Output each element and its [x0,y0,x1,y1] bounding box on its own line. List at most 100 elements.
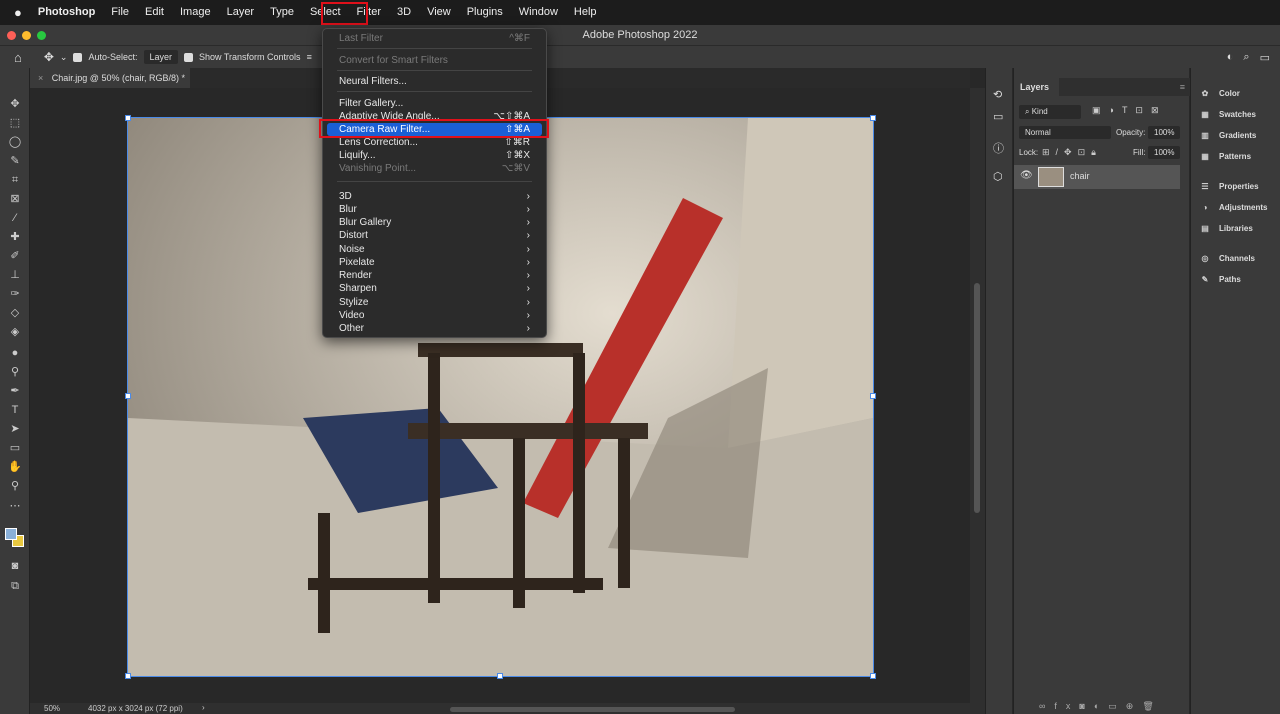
marquee-tool-icon[interactable]: ⬚ [8,117,22,129]
visibility-eye-icon[interactable]: 👁︎ [1020,170,1033,181]
show-transform-checkbox[interactable] [184,52,194,62]
transform-handle[interactable] [497,673,503,679]
menu-plugins[interactable]: Plugins [459,0,511,25]
menu-item-pixelate[interactable]: Pixelate › [327,256,542,269]
menu-item-3d[interactable]: 3D › [327,190,542,203]
transform-handle[interactable] [870,673,876,679]
layer-footer-buttons[interactable]: ∞fx◙◐▭⊕🗑︎ [1039,701,1163,712]
layer-filter-icons[interactable]: ▣◑T⊡⊠ [1092,105,1167,116]
panel-gradients[interactable]: ▥ Gradients [1199,131,1256,140]
panel-paths[interactable]: ✎ Paths [1199,275,1241,284]
close-tab-icon[interactable]: × [38,73,43,83]
align-icon[interactable]: ≡ [307,52,312,62]
transform-handle[interactable] [870,115,876,121]
blur-tool-icon[interactable]: ● [8,347,22,359]
layer-row[interactable]: 👁︎ chair [1014,165,1180,189]
blend-mode-dropdown[interactable]: Normal [1019,126,1111,139]
type-tool-icon[interactable]: T [8,404,22,416]
menu-item-neural-filters[interactable]: Neural Filters... [327,75,542,88]
status-expand-arrow[interactable]: › [202,703,205,712]
fill-field[interactable]: 100% [1148,146,1181,159]
menu-item-distort[interactable]: Distort › [327,229,542,242]
menu-item-video[interactable]: Video › [327,309,542,322]
menu-file[interactable]: File [103,0,137,25]
apple-icon[interactable]: ● [0,0,30,25]
transform-handle[interactable] [125,393,131,399]
menu-item-filter-gallery[interactable]: Filter Gallery... [327,97,542,110]
rectangle-tool-icon[interactable]: ▭ [8,442,22,454]
history-brush-tool-icon[interactable]: ✑ [8,288,22,300]
zoom-level[interactable]: 50% [44,704,60,713]
screen-mode-icon[interactable]: ⧉ [8,580,22,592]
menu-item-blur-gallery[interactable]: Blur Gallery › [327,216,542,229]
horizontal-scrollbar[interactable] [450,707,735,712]
transform-handle[interactable] [870,393,876,399]
layers-tab[interactable]: Layers [1014,78,1059,96]
crop-tool-icon[interactable]: ⌗ [8,174,22,186]
quick-select-tool-icon[interactable]: ✎ [8,155,22,167]
zoom-tool-icon[interactable]: ⚲ [8,480,22,492]
3d-icon[interactable]: ⬡ [993,170,1003,183]
menu-photoshop[interactable]: Photoshop [30,0,103,25]
close-window-button[interactable] [7,31,16,40]
quick-mask-icon[interactable]: ◙ [8,560,22,572]
eyedropper-tool-icon[interactable]: ⁄ [8,212,22,224]
pen-tool-icon[interactable]: ✒ [8,385,22,397]
menu-help[interactable]: Help [566,0,605,25]
panel-swatches[interactable]: ▦ Swatches [1199,110,1256,119]
menu-item-noise[interactable]: Noise › [327,243,542,256]
stamp-tool-icon[interactable]: ⊥ [8,269,22,281]
workspace-icon[interactable]: ▭ [1260,51,1270,64]
menu-view[interactable]: View [419,0,459,25]
menu-item-other[interactable]: Other › [327,322,542,335]
menu-3d[interactable]: 3D [389,0,419,25]
path-select-tool-icon[interactable]: ➤ [8,423,22,435]
lasso-tool-icon[interactable]: ◯ [8,136,22,148]
document-tab[interactable]: × Chair.jpg @ 50% (chair, RGB/8) * [30,68,190,88]
healing-tool-icon[interactable]: ✚ [8,231,22,243]
frame-tool-icon[interactable]: ⊠ [8,193,22,205]
auto-select-checkbox[interactable] [73,52,83,62]
eraser-tool-icon[interactable]: ◇ [8,307,22,319]
menu-layer[interactable]: Layer [219,0,263,25]
menu-item-blur[interactable]: Blur › [327,203,542,216]
history-icon[interactable]: ⟲ [993,88,1002,101]
panel-libraries[interactable]: ▤ Libraries [1199,224,1253,233]
auto-select-dropdown[interactable]: Layer [143,50,179,64]
menu-item-stylize[interactable]: Stylize › [327,296,542,309]
menu-image[interactable]: Image [172,0,219,25]
home-icon[interactable]: ⌂ [14,50,22,65]
panel-adjustments[interactable]: ◑ Adjustments [1199,203,1268,212]
panel-menu-icon[interactable]: ≡ [1180,82,1185,92]
layer-name[interactable]: chair [1070,171,1090,181]
foreground-color-swatch[interactable] [5,528,17,540]
layer-filter-dropdown[interactable]: ⌕ Kind [1019,105,1081,119]
lock-icons[interactable]: ⊞/✥⊡🔒︎ [1042,147,1102,158]
menu-type[interactable]: Type [262,0,302,25]
menu-item-render[interactable]: Render › [327,269,542,282]
transform-handle[interactable] [125,115,131,121]
chevron-down-icon[interactable]: ⌄ [60,52,68,63]
opacity-field[interactable]: 100% [1148,126,1181,139]
panel-patterns[interactable]: ▦ Patterns [1199,152,1251,161]
menu-item-liquify[interactable]: Liquify... ⇧⌘X [327,149,542,162]
search-icon[interactable]: ⌕ [1243,51,1249,64]
transform-handle[interactable] [125,673,131,679]
panel-properties[interactable]: ☰ Properties [1199,182,1258,191]
menu-window[interactable]: Window [511,0,566,25]
move-tool-icon[interactable]: ✥ [44,50,54,64]
hand-tool-icon[interactable]: ✋ [8,461,22,473]
menu-edit[interactable]: Edit [137,0,172,25]
menu-item-sharpen[interactable]: Sharpen › [327,282,542,295]
comments-icon[interactable]: ▭ [993,110,1003,123]
user-icon[interactable]: ◐ [1227,51,1234,64]
panel-channels[interactable]: ◎ Channels [1199,254,1256,263]
panel-color[interactable]: ✿ Color [1199,89,1240,98]
maximize-window-button[interactable] [37,31,46,40]
dodge-tool-icon[interactable]: ⚲ [8,366,22,378]
more-tools-icon[interactable]: ⋯ [8,500,22,512]
minimize-window-button[interactable] [22,31,31,40]
brush-tool-icon[interactable]: ✐ [8,250,22,262]
move-tool-icon[interactable]: ✥ [8,98,22,110]
paint-bucket-tool-icon[interactable]: ◈ [8,326,22,338]
